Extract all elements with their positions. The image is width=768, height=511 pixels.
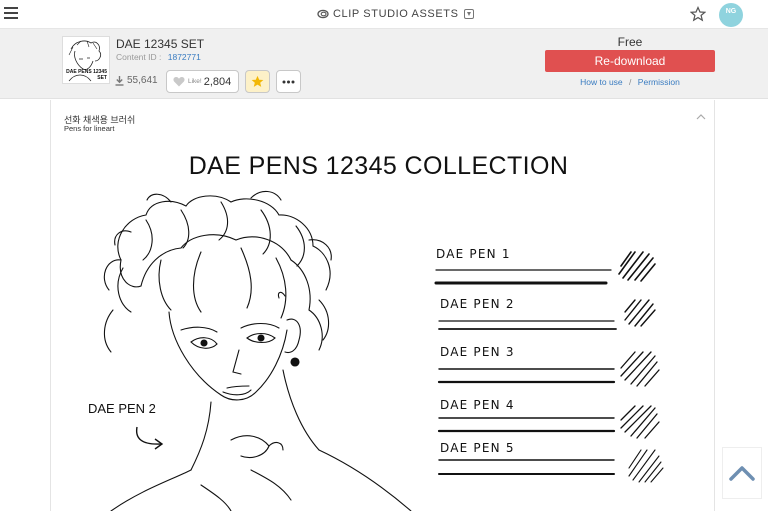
pen-label-2: DAE PEN 2 (440, 297, 515, 311)
link-separator: / (629, 77, 632, 87)
pen-label-4: DAE PEN 4 (440, 398, 515, 412)
avatar-initials: NG (725, 8, 737, 15)
scroll-to-top-button[interactable] (722, 447, 762, 499)
hair-strokes (103, 190, 332, 353)
chevron-up-icon[interactable] (696, 113, 706, 121)
brand-logo[interactable]: CLIP STUDIO ASSETS (317, 8, 474, 20)
content-id-label: Content ID : (116, 52, 162, 62)
brand-name: CLIP STUDIO ASSETS (333, 8, 459, 20)
chevron-up-icon (729, 466, 755, 481)
permission-link[interactable]: Permission (638, 77, 680, 87)
clip-studio-logo-icon (317, 9, 329, 19)
heart-icon (173, 76, 185, 87)
help-links: How to use / Permission (545, 77, 715, 87)
favorites-star-icon[interactable] (690, 6, 706, 22)
face-strokes (168, 291, 301, 401)
asset-thumbnail[interactable]: DAE PENS 12345 SET (62, 36, 110, 84)
how-to-use-link[interactable]: How to use (580, 77, 623, 87)
chevron-down-icon[interactable] (463, 9, 474, 19)
asset-header: DAE PENS 12345 SET DAE 12345 SET Content… (0, 29, 768, 99)
download-count: 55,641 (115, 75, 158, 86)
hatch-swatches (618, 251, 664, 483)
top-navigation: CLIP STUDIO ASSETS NG (0, 0, 768, 29)
more-options-button[interactable] (276, 70, 301, 93)
price-label: Free (617, 35, 643, 49)
content-id-link[interactable]: 1872771 (168, 52, 201, 62)
asset-title: DAE 12345 SET (116, 37, 205, 51)
user-avatar[interactable]: NG (719, 3, 743, 27)
sketch-pen-label: DAE PEN 2 (88, 401, 156, 416)
pen-label-1: DAE PEN 1 (436, 247, 511, 261)
preview-image: DAE PENS 12345 COLLECTION DAE PEN 1 DAE … (51, 140, 716, 511)
download-count-value: 55,641 (127, 75, 158, 86)
asset-detail-panel: 선화 채색용 브러쉬 Pens for lineart DAE PENS 123… (50, 100, 715, 511)
like-count: 2,804 (203, 75, 232, 88)
menu-icon[interactable] (4, 7, 18, 21)
description-english: Pens for lineart (64, 124, 115, 133)
download-icon (115, 75, 124, 86)
thumbnail-caption: DAE PENS 12345 SET (66, 69, 107, 81)
star-icon (251, 75, 264, 87)
content-id: Content ID : 1872771 (116, 52, 201, 62)
pen-label-5: DAE PEN 5 (440, 441, 515, 455)
redownload-button[interactable]: Re-download (545, 50, 715, 72)
favorite-button[interactable] (245, 70, 270, 93)
lineart-illustration (103, 190, 664, 511)
like-label: Like! (188, 78, 202, 85)
ellipsis-icon (282, 80, 295, 83)
pen-label-3: DAE PEN 3 (440, 345, 515, 359)
like-button[interactable]: Like! 2,804 (166, 70, 239, 93)
